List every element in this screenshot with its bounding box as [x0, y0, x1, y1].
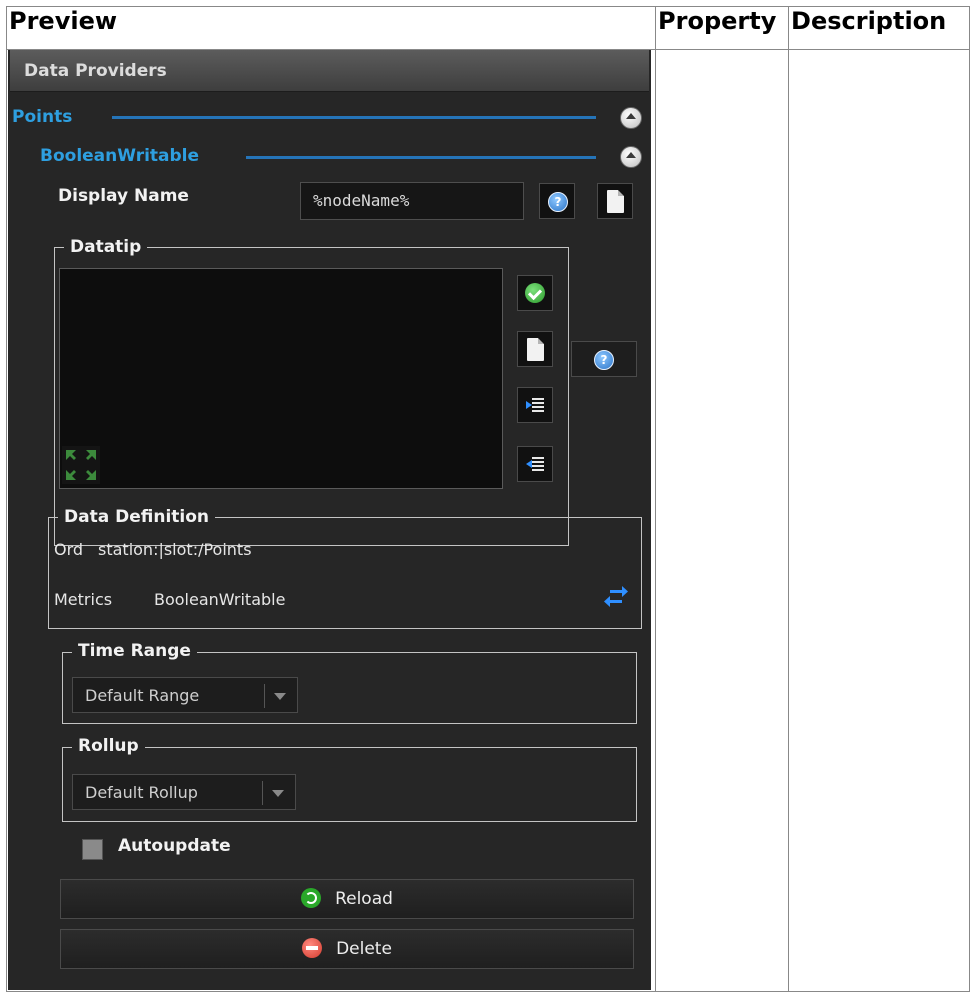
checkmark-icon — [525, 283, 545, 303]
section-points-title[interactable]: Points — [12, 107, 72, 127]
rollup-legend: Rollup — [72, 735, 145, 757]
description-cell — [788, 49, 970, 992]
help-icon: ? — [594, 350, 614, 370]
delete-label: Delete — [336, 939, 392, 959]
autoupdate-checkbox[interactable] — [82, 839, 103, 860]
help-icon: ? — [548, 192, 568, 212]
property-cell — [655, 49, 790, 992]
header-property: Property — [655, 6, 790, 50]
autoupdate-label: Autoupdate — [118, 836, 231, 856]
header-preview: Preview — [5, 6, 657, 50]
swap-icon[interactable] — [604, 586, 628, 608]
datatip-outdent-button[interactable] — [517, 446, 553, 482]
collapse-item-icon[interactable] — [620, 146, 642, 168]
reload-button[interactable]: Reload — [60, 879, 634, 919]
data-providers-panel: Data Providers Points BooleanWritable Di… — [8, 50, 651, 990]
document-icon — [607, 190, 624, 213]
time-range-legend: Time Range — [72, 640, 197, 662]
metrics-value[interactable]: BooleanWritable — [154, 590, 285, 609]
datatip-format-button[interactable] — [517, 331, 553, 367]
panel-title: Data Providers — [10, 50, 649, 92]
datatip-text-area[interactable] — [59, 268, 503, 489]
section-item-divider — [246, 156, 596, 159]
datatip-help-button[interactable]: ? — [571, 341, 637, 377]
section-item-title[interactable]: BooleanWritable — [40, 146, 199, 166]
data-definition-legend: Data Definition — [58, 506, 216, 528]
datatip-legend: Datatip — [64, 236, 148, 258]
delete-button[interactable]: Delete — [60, 929, 634, 969]
document-icon — [527, 338, 544, 361]
expand-icon[interactable] — [62, 446, 100, 484]
time-range-dropdown[interactable]: Default Range — [72, 677, 298, 713]
display-name-help-button[interactable]: ? — [539, 183, 575, 219]
display-name-format-button[interactable] — [597, 183, 633, 219]
display-name-label: Display Name — [58, 186, 189, 206]
ord-label: Ord — [54, 540, 84, 559]
header-description: Description — [788, 6, 970, 50]
chevron-down-icon — [274, 693, 286, 700]
metrics-label: Metrics — [54, 590, 113, 609]
section-points-divider — [112, 116, 596, 119]
delete-icon — [302, 938, 323, 958]
time-range-value: Default Range — [85, 686, 200, 705]
rollup-value: Default Rollup — [85, 783, 198, 802]
chevron-down-icon — [272, 790, 284, 797]
reload-label: Reload — [335, 889, 393, 909]
indent-icon — [526, 397, 544, 413]
reload-icon — [301, 888, 322, 908]
datatip-validate-button[interactable] — [517, 275, 553, 311]
rollup-dropdown[interactable]: Default Rollup — [72, 774, 296, 810]
data-definition-group — [48, 517, 642, 629]
datatip-indent-button[interactable] — [517, 387, 553, 423]
display-name-input[interactable]: %nodeName% — [300, 182, 524, 220]
collapse-points-icon[interactable] — [620, 107, 642, 129]
ord-value[interactable]: station:|slot:/Points — [98, 540, 252, 559]
outdent-icon — [526, 456, 544, 472]
